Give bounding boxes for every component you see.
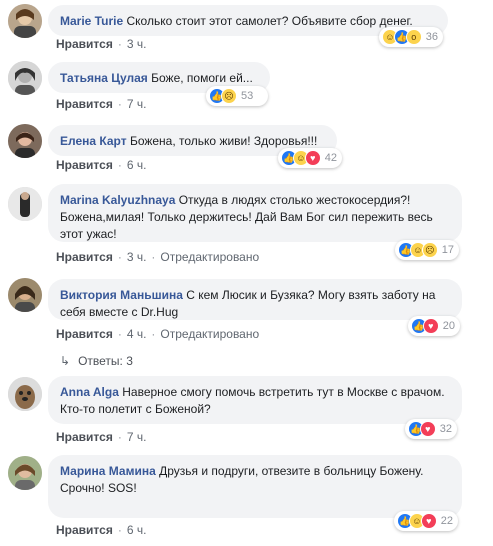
like-button[interactable]: Нравится xyxy=(56,523,113,537)
love-reaction-icon: ♥ xyxy=(420,513,437,529)
wow-reaction-icon: o xyxy=(405,29,422,45)
comment-timestamp[interactable]: 7 ч. xyxy=(127,430,147,444)
reactions-summary[interactable]: 👍 ♥ 32 xyxy=(405,419,457,439)
comment-actions: Нравится · 3 ч. · Отредактировано xyxy=(56,250,259,264)
comment-actions: Нравится · 6 ч. xyxy=(56,158,146,172)
like-button[interactable]: Нравится xyxy=(56,327,113,341)
comment-author[interactable]: Елена Карт xyxy=(60,134,127,148)
like-button[interactable]: Нравится xyxy=(56,158,113,172)
comment-timestamp[interactable]: 6 ч. xyxy=(127,158,147,172)
comment-timestamp[interactable]: 3 ч. xyxy=(127,37,147,51)
like-button[interactable]: Нравится xyxy=(56,430,113,444)
comment-author[interactable]: Anna Alga xyxy=(60,385,119,399)
reaction-count: 22 xyxy=(440,515,454,527)
reactions-summary[interactable]: 👍 ☺ ☹ 17 xyxy=(395,240,459,260)
like-button[interactable]: Нравится xyxy=(56,250,113,264)
replies-label[interactable]: Ответы: 3 xyxy=(78,354,133,368)
separator-dot: · xyxy=(151,250,156,264)
avatar[interactable] xyxy=(8,278,42,312)
reaction-count: 17 xyxy=(441,244,455,256)
comment-author[interactable]: Марина Мамина xyxy=(60,464,156,478)
avatar[interactable] xyxy=(8,187,42,221)
comment-text: Сколько стоит этот самолет? Объявите сбо… xyxy=(126,14,413,28)
separator-dot: · xyxy=(117,158,122,172)
sad-reaction-icon: ☹ xyxy=(421,242,438,258)
edited-label[interactable]: Отредактировано xyxy=(160,327,259,341)
comment-bubble: Марина Мамина Друзья и подруги, отвезите… xyxy=(48,455,462,518)
comment-bubble: Marina Kalyuzhnaya Откуда в людях стольк… xyxy=(48,184,462,242)
comment-actions: Нравится · 3 ч. xyxy=(56,37,146,51)
comment-bubble: Виктория Маньшина С кем Люсик и Бузяка? … xyxy=(48,279,462,320)
avatar[interactable] xyxy=(8,377,42,411)
sad-reaction-icon: ☹ xyxy=(221,88,237,104)
comment-actions: Нравится · 6 ч. xyxy=(56,523,146,537)
comment-author[interactable]: Татьяна Цулая xyxy=(60,71,148,85)
love-reaction-icon: ♥ xyxy=(422,318,439,334)
separator-dot: · xyxy=(117,327,122,341)
reactions-summary[interactable]: 👍 ♥ 20 xyxy=(408,316,460,336)
view-replies-link[interactable]: ↳ Ответы: 3 xyxy=(60,354,133,368)
avatar[interactable] xyxy=(8,4,42,38)
edited-label[interactable]: Отредактировано xyxy=(160,250,259,264)
comment-author[interactable]: Marie Turie xyxy=(60,14,123,28)
reactions-summary[interactable]: 👍 ☹ 53 xyxy=(206,86,268,106)
comment-actions: Нравится · 7 ч. xyxy=(56,97,146,111)
separator-dot: · xyxy=(117,430,122,444)
reactions-summary[interactable]: 👍 ☺ ♥ 22 xyxy=(394,511,458,531)
separator-dot: · xyxy=(117,97,122,111)
reactions-summary[interactable]: ☺ 👍 o 36 xyxy=(379,27,443,47)
comment-timestamp[interactable]: 3 ч. xyxy=(127,250,147,264)
separator-dot: · xyxy=(117,37,122,51)
reaction-count: 36 xyxy=(425,31,439,43)
comment-text: Боженa, только живи! Здоровья!!! xyxy=(129,134,318,148)
reaction-count: 20 xyxy=(442,320,455,332)
avatar[interactable] xyxy=(8,61,42,95)
comment-author[interactable]: Marina Kalyuzhnaya xyxy=(60,193,175,207)
love-reaction-icon: ♥ xyxy=(304,150,321,166)
reactions-summary[interactable]: 👍 ☺ ♥ 42 xyxy=(278,148,342,168)
comment-bubble: Anna Alga Наверное смогу помочь встретит… xyxy=(48,376,462,424)
comment-actions: Нравится · 4 ч. · Отредактировано xyxy=(56,327,259,341)
comment-timestamp[interactable]: 4 ч. xyxy=(127,327,147,341)
comment-text: Боже, помоги ей... xyxy=(151,71,253,85)
separator-dot: · xyxy=(117,250,122,264)
comment-timestamp[interactable]: 7 ч. xyxy=(127,97,147,111)
comment-actions: Нравится · 7 ч. xyxy=(56,430,146,444)
like-button[interactable]: Нравится xyxy=(56,37,113,51)
avatar[interactable] xyxy=(8,456,42,490)
reaction-count: 42 xyxy=(324,152,338,164)
reaction-count: 53 xyxy=(241,90,254,102)
reply-arrow-icon: ↳ xyxy=(60,354,71,368)
separator-dot: · xyxy=(151,327,156,341)
reaction-count: 32 xyxy=(439,423,452,435)
comment-author[interactable]: Виктория Маньшина xyxy=(60,288,183,302)
comment-timestamp[interactable]: 6 ч. xyxy=(127,523,147,537)
like-button[interactable]: Нравится xyxy=(56,97,113,111)
love-reaction-icon: ♥ xyxy=(419,421,436,437)
separator-dot: · xyxy=(117,523,122,537)
avatar[interactable] xyxy=(8,124,42,158)
